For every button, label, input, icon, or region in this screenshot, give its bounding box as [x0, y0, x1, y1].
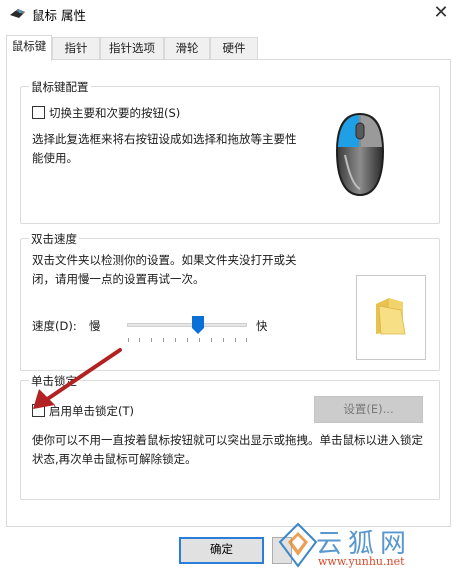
- title-bar: 鼠标 属性 ✕: [0, 0, 457, 28]
- close-icon: ✕: [433, 2, 449, 23]
- slow-label: 慢: [89, 319, 101, 333]
- slider-tick: [211, 338, 212, 342]
- speed-label: 速度(D):: [32, 319, 77, 333]
- slider-tick: [163, 338, 164, 342]
- speed-slider-thumb[interactable]: [192, 316, 204, 334]
- button-config-description: 选择此复选框来将右按钮设成如选择和拖放等主要性能使用。: [32, 132, 297, 165]
- annotation-arrow-icon: [33, 348, 122, 409]
- ok-button[interactable]: 确定: [179, 537, 264, 564]
- slider-tick: [246, 338, 247, 342]
- button-config-title: 鼠标键配置: [29, 79, 91, 95]
- double-click-title: 双击速度: [29, 231, 79, 247]
- slider-tick: [175, 338, 176, 342]
- close-button[interactable]: ✕: [425, 0, 457, 28]
- tab-buttons[interactable]: 鼠标键: [6, 35, 52, 61]
- slider-tick: [187, 338, 188, 342]
- slider-tick: [128, 338, 129, 342]
- button-config-group: 鼠标键配置 切换主要和次要的按钮(S) 选择此复选框来将右按钮设成如选择和拖放等…: [20, 79, 440, 224]
- watermark-logo-icon: [278, 522, 318, 568]
- tab-bar: 鼠标键 指针 指针选项 滑轮 硬件: [6, 35, 451, 61]
- folder-test-area[interactable]: [356, 275, 426, 360]
- slider-tick: [151, 338, 152, 342]
- window-title: 鼠标 属性: [32, 8, 86, 23]
- slider-tick: [139, 338, 140, 342]
- tab-hardware[interactable]: 硬件: [210, 37, 258, 59]
- switch-buttons-label[interactable]: 切换主要和次要的按钮(S): [49, 105, 180, 121]
- tab-pointers[interactable]: 指针: [52, 37, 100, 59]
- watermark-site: www.yunhu.net: [318, 555, 405, 568]
- click-lock-description: 使你可以不用一直按着鼠标按钮就可以突出显示或拖拽。单击鼠标以进入锁定状态,再次单…: [32, 433, 423, 466]
- fast-label: 快: [256, 319, 268, 333]
- tab-panel: 鼠标键配置 切换主要和次要的按钮(S) 选择此复选框来将右按钮设成如选择和拖放等…: [6, 59, 451, 527]
- speed-slider-track[interactable]: [127, 323, 247, 327]
- slider-tick: [235, 338, 236, 342]
- switch-buttons-checkbox[interactable]: [32, 106, 45, 119]
- tab-wheel[interactable]: 滑轮: [164, 37, 210, 59]
- slider-tick: [199, 338, 200, 342]
- mouse-icon: [335, 112, 385, 197]
- click-lock-settings-button[interactable]: 设置(E)...: [314, 396, 423, 423]
- folder-icon: [376, 298, 406, 335]
- double-click-description: 双击文件夹以检测你的设置。如果文件夹没打开或关闭，请用慢一点的设置再试一次。: [32, 253, 297, 286]
- mouse-app-icon: [10, 9, 25, 18]
- tab-pointer-options[interactable]: 指针选项: [100, 37, 164, 59]
- slider-tick: [223, 338, 224, 342]
